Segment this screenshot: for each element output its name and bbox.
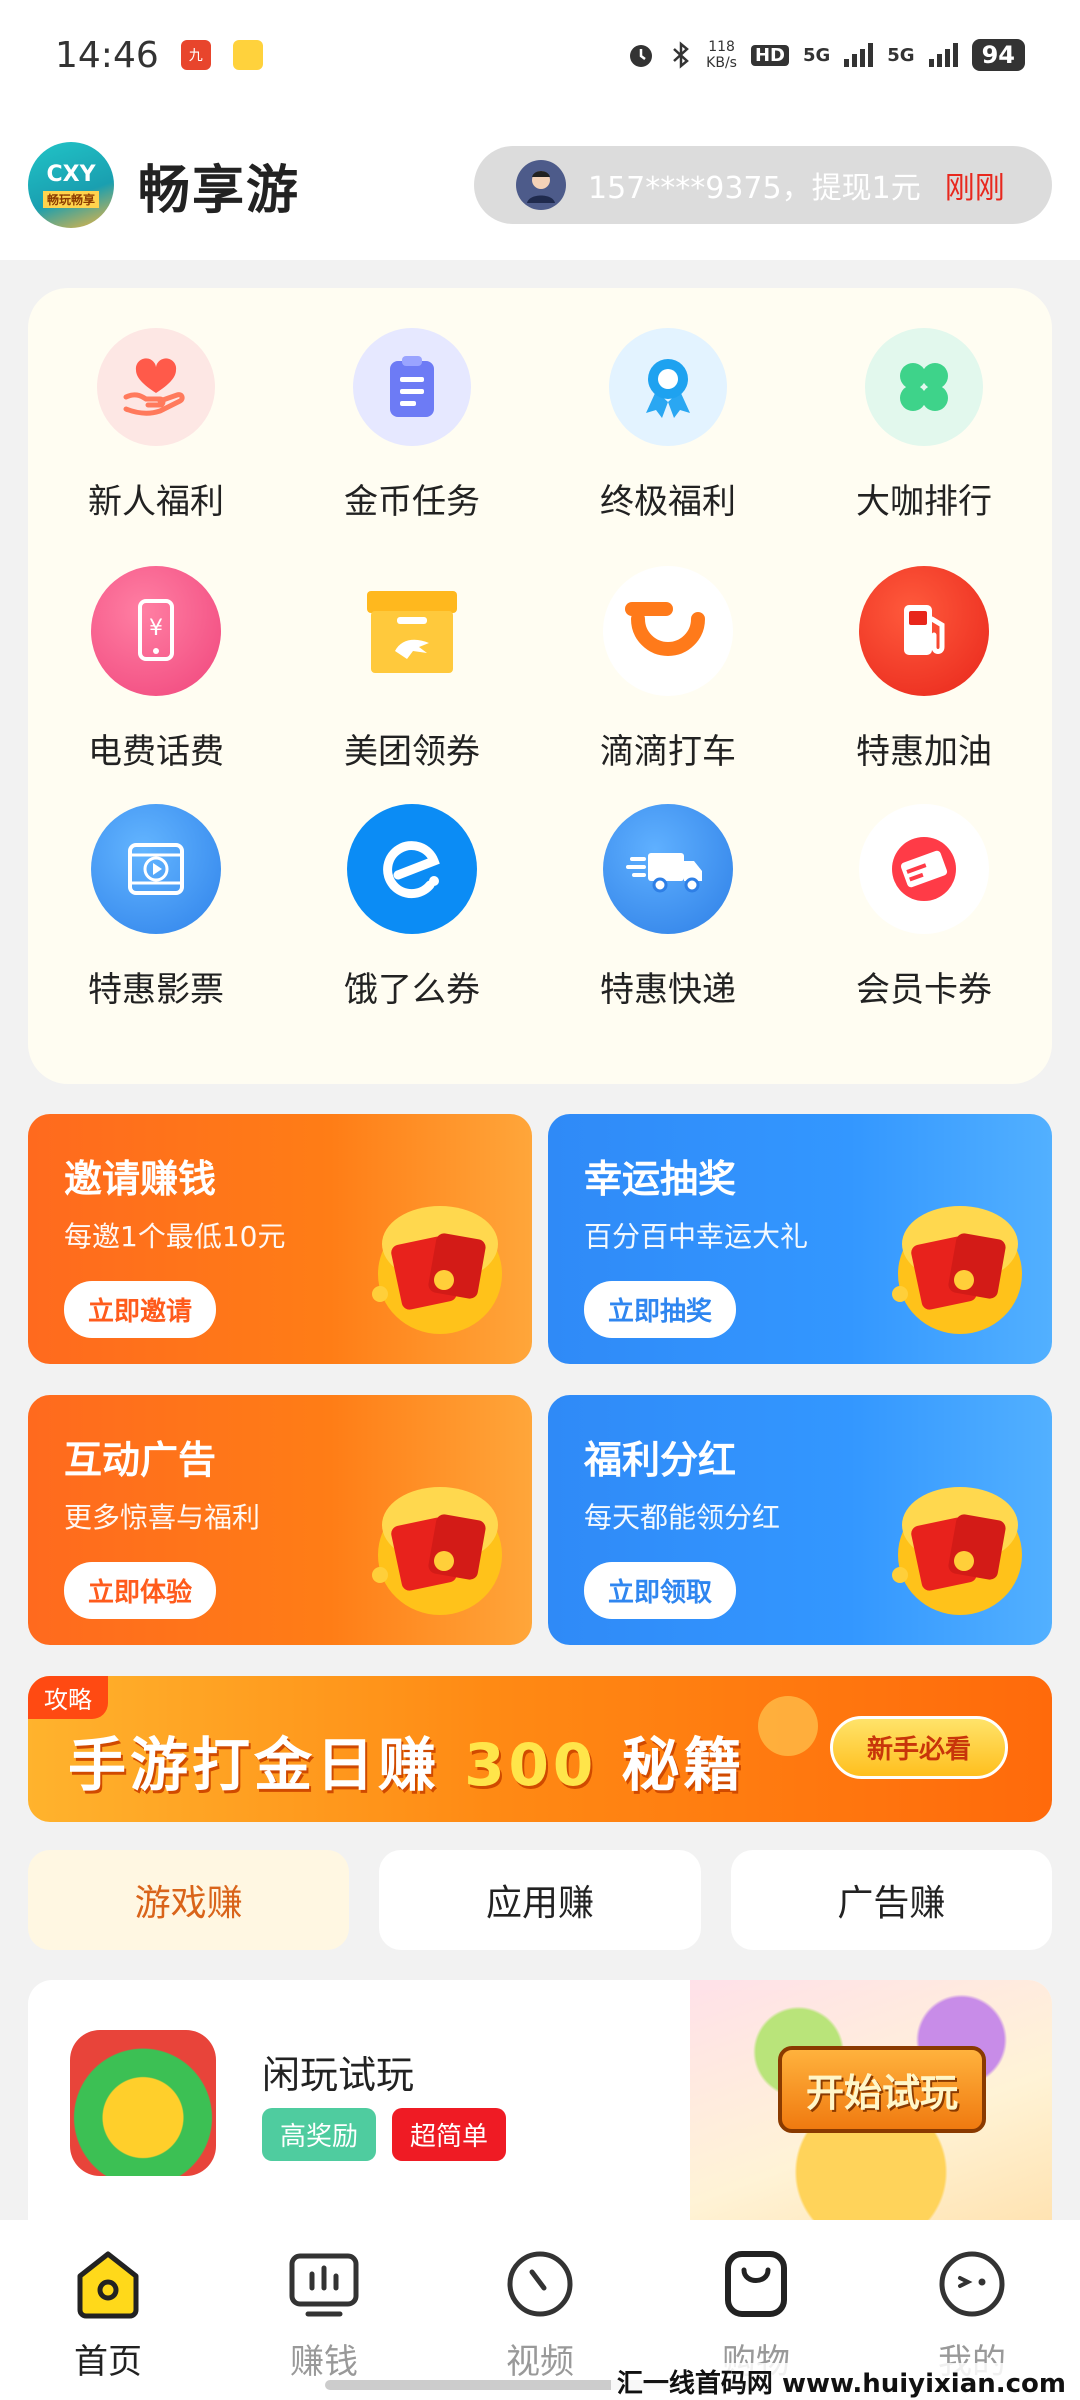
app-header: CXY 畅玩畅享 畅享游 157****9375，提现1元 刚刚 [0, 110, 1080, 260]
signal-label-1: 5G [802, 44, 831, 66]
guide-banner[interactable]: 攻略 手游打金日赚 300 秘籍 新手必看 [28, 1676, 1052, 1822]
home-icon [70, 2246, 146, 2322]
meituan-icon [347, 566, 477, 696]
profile-face-icon [934, 2246, 1010, 2322]
svg-text:¥: ¥ [149, 616, 163, 641]
battery-level: 94 [971, 39, 1025, 71]
watermark-text: 汇一线首码网 www.huiyixian.com [610, 2363, 1072, 2400]
shopping-bag-icon [718, 2246, 794, 2322]
earn-chart-icon [286, 2246, 362, 2322]
eleme-icon [347, 804, 477, 934]
nav-earn[interactable]: 赚钱 [216, 2246, 432, 2400]
signal-label-2: 5G [887, 44, 915, 66]
signal-bars-1-icon [844, 43, 874, 67]
promo-dividend-card[interactable]: 福利分红 每天都能领分红 立即领取 [548, 1395, 1052, 1645]
grid-item-new-user[interactable]: 新人福利 [28, 328, 284, 566]
grid-item-express-delivery[interactable]: 特惠快递 [540, 804, 796, 1042]
didi-icon [603, 566, 733, 696]
tab-game-earn[interactable]: 游戏赚 [28, 1850, 350, 1950]
grid-item-meituan-coupon[interactable]: 美团领券 [284, 566, 540, 804]
game-app-icon [70, 2030, 216, 2176]
signal-bars-2-icon [928, 43, 958, 67]
clover-icon [865, 328, 983, 446]
tab-app-earn[interactable]: 应用赚 [379, 1850, 701, 1950]
newbie-guide-button[interactable]: 新手必看 [829, 1716, 1008, 1779]
grid-item-leaderboard[interactable]: 大咖排行 [796, 328, 1052, 566]
grid-item-vip-coupons[interactable]: 会员卡券 [796, 804, 1052, 1042]
game-tags: 高奖励 超简单 [262, 2108, 507, 2161]
tag-high-reward: 高奖励 [262, 2108, 377, 2161]
earn-category-tabs: 游戏赚 应用赚 广告赚 [28, 1850, 1052, 1950]
bottom-navigation: 首页 赚钱 视频 购物 我的 汇一线首码网 www.huiyixian.com [0, 2220, 1080, 2400]
ticker-time: 刚刚 [944, 171, 1005, 206]
tab-ad-earn[interactable]: 广告赚 [730, 1850, 1052, 1950]
fuel-pump-icon [859, 566, 989, 696]
grid-item-fuel-discount[interactable]: 特惠加油 [796, 566, 1052, 804]
lottery-button[interactable]: 立即抽奖 [584, 1281, 737, 1338]
red-envelope-pot-icon [892, 1487, 1022, 1615]
grid-item-didi-taxi[interactable]: 滴滴打车 [540, 566, 796, 804]
vip-ticket-icon [859, 804, 989, 934]
grid-item-eleme-coupon[interactable]: 饿了么券 [284, 804, 540, 1042]
game-artwork: 开始试玩 [690, 1980, 1052, 2220]
phone-yen-icon: ¥ [91, 566, 221, 696]
heart-hand-icon [97, 328, 215, 446]
network-speed: 118 KB/s [706, 39, 737, 71]
game-name: 闲玩试玩 [262, 2053, 415, 2097]
grid-item-phone-bill[interactable]: ¥ 电费话费 [28, 566, 284, 804]
status-bar: 14:46 九 118 KB/s HD 5G 5G 94 [0, 0, 1080, 110]
red-envelope-pot-icon [372, 1487, 502, 1615]
bluetooth-icon [670, 40, 692, 70]
grid-item-ultimate-benefits[interactable]: 终极福利 [540, 328, 796, 566]
coin-icon [758, 1696, 818, 1756]
banner-headline: 手游打金日赚 300 秘籍 [68, 1731, 746, 1799]
hd-icon: HD [750, 44, 789, 66]
notification-pet-icon [232, 40, 263, 70]
red-envelope-pot-icon [892, 1206, 1022, 1334]
grid-item-movie-tickets[interactable]: 特惠影票 [28, 804, 284, 1042]
alarm-icon [626, 40, 656, 70]
withdraw-ticker[interactable]: 157****9375，提现1元 刚刚 [474, 146, 1052, 224]
promo-lottery-card[interactable]: 幸运抽奖 百分百中幸运大礼 立即抽奖 [548, 1114, 1052, 1364]
app-title: 畅享游 [138, 160, 301, 221]
start-trial-button[interactable]: 开始试玩 [778, 2046, 987, 2133]
invite-button[interactable]: 立即邀请 [64, 1281, 217, 1338]
video-gauge-icon [502, 2246, 578, 2322]
app-logo: CXY 畅玩畅享 [28, 142, 114, 228]
game-trial-card[interactable]: 闲玩试玩 高奖励 超简单 开始试玩 [28, 1980, 1052, 2220]
ticker-message: 157****9375，提现1元 [588, 171, 921, 206]
award-ribbon-icon [609, 328, 727, 446]
grid-item-coin-tasks[interactable]: 金币任务 [284, 328, 540, 566]
try-ads-button[interactable]: 立即体验 [64, 1562, 217, 1619]
promo-ads-card[interactable]: 互动广告 更多惊喜与福利 立即体验 [28, 1395, 532, 1645]
red-envelope-pot-icon [372, 1206, 502, 1334]
feature-grid-card: 新人福利 金币任务 终极福利 大咖排行 ¥ 电费话费 美团领券 滴滴打车 特惠加… [28, 288, 1052, 1084]
notification-app-icon: 九 [180, 40, 211, 70]
claim-dividend-button[interactable]: 立即领取 [584, 1562, 737, 1619]
user-avatar-icon [516, 160, 566, 210]
tag-super-easy: 超简单 [392, 2108, 507, 2161]
promo-invite-card[interactable]: 邀请赚钱 每邀1个最低10元 立即邀请 [28, 1114, 532, 1364]
film-play-icon [91, 804, 221, 934]
clipboard-icon [353, 328, 471, 446]
status-time: 14:46 [55, 34, 159, 76]
nav-home[interactable]: 首页 [0, 2246, 216, 2400]
delivery-truck-icon [603, 804, 733, 934]
banner-tag: 攻略 [28, 1676, 108, 1719]
